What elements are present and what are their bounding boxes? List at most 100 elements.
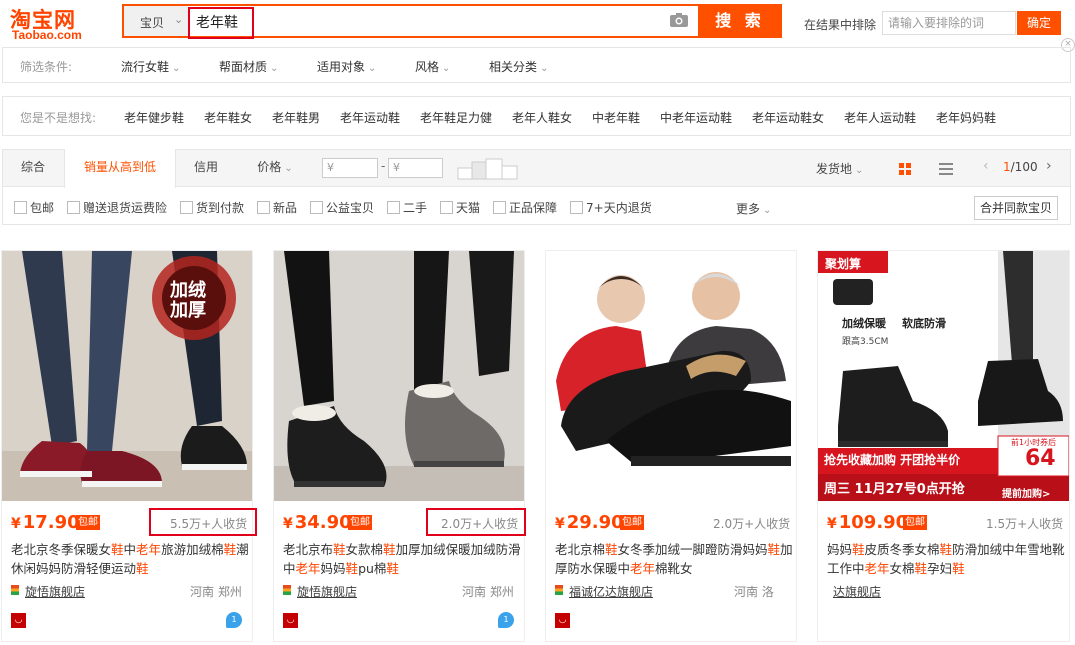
sort-price[interactable]: 价格 ⌄: [250, 149, 300, 187]
filter-item[interactable]: 相关分类 ⌄: [489, 58, 548, 75]
list-view-icon[interactable]: [939, 163, 953, 175]
tmall-icon[interactable]: ◡: [11, 613, 26, 628]
coupon-value: 64: [1025, 446, 1056, 471]
suggest-link[interactable]: 中老年鞋: [592, 109, 640, 126]
feature-text: 加绒保暖: [842, 317, 886, 330]
suggest-link[interactable]: 老年运动鞋: [340, 109, 400, 126]
grid-view-icon[interactable]: [898, 162, 912, 176]
price-min-input[interactable]: ¥: [322, 158, 378, 178]
product-image[interactable]: [546, 251, 796, 501]
checkbox-label[interactable]: 公益宝贝: [326, 199, 374, 216]
product-price: ¥34.90: [283, 512, 352, 533]
price-range-icon[interactable]: [457, 158, 519, 180]
sold-count: 2.0万+人收货: [713, 517, 791, 531]
shop-name[interactable]: 福诚亿达旗舰店: [569, 583, 653, 600]
tmall-icon[interactable]: ◡: [555, 613, 570, 628]
suggest-link[interactable]: 老年健步鞋: [124, 109, 184, 126]
suggest-link[interactable]: 老年人运动鞋: [844, 109, 916, 126]
promo-tag: 聚划算: [825, 257, 862, 271]
suggest-link[interactable]: 老年运动鞋女: [752, 109, 824, 126]
checkbox[interactable]: [387, 201, 400, 214]
chevron-down-icon: ⌄: [855, 165, 864, 176]
product-title[interactable]: 老北京冬季保暖女鞋中老年旅游加绒棉鞋潮休闲妈妈防滑轻便运动鞋: [11, 540, 251, 578]
suggest-link[interactable]: 中老年运动鞋: [660, 109, 732, 126]
checkbox[interactable]: [67, 201, 80, 214]
product-price: ¥17.90: [11, 512, 80, 533]
filter-item[interactable]: 风格 ⌄: [415, 58, 450, 75]
suggest-link[interactable]: 老年鞋女: [204, 109, 252, 126]
checkbox-label[interactable]: 新品: [273, 199, 297, 216]
product-price: ¥109.90: [827, 512, 909, 533]
shop-name[interactable]: 旋悟旗舰店: [25, 583, 85, 600]
product-title[interactable]: 老北京布鞋女款棉鞋加厚加绒保暖加绒防滑中老年妈妈鞋pu棉鞋: [283, 540, 523, 578]
sold-highlight-box: [426, 508, 526, 536]
next-page-icon[interactable]: ›: [1046, 158, 1052, 174]
pager: 1/100: [1003, 160, 1038, 174]
checkbox-label[interactable]: 货到付款: [196, 199, 244, 216]
checkbox[interactable]: [180, 201, 193, 214]
prev-page-icon[interactable]: ‹: [983, 158, 989, 174]
sort-tab-sales[interactable]: 销量从高到低: [64, 149, 176, 188]
free-shipping-badge: 包邮: [903, 515, 927, 530]
location: 河南 郑州: [190, 585, 242, 599]
checkbox[interactable]: [257, 201, 270, 214]
merge-same-button[interactable]: 合并同款宝贝: [974, 196, 1058, 220]
suggest-link[interactable]: 老年鞋男: [272, 109, 320, 126]
ship-from-select[interactable]: 发货地 ⌄: [816, 160, 863, 177]
chevron-down-icon: ⌄: [442, 63, 451, 74]
filter-label: 筛选条件:: [20, 60, 73, 74]
tmall-icon[interactable]: ◡: [283, 613, 298, 628]
checkbox[interactable]: [493, 201, 506, 214]
checkbox[interactable]: [570, 201, 583, 214]
checkbox[interactable]: [14, 201, 27, 214]
filter-item[interactable]: 流行女鞋 ⌄: [121, 58, 180, 75]
checkbox-label[interactable]: 天猫: [456, 199, 480, 216]
checkbox[interactable]: [440, 201, 453, 214]
feature-text: 跟高3.5CM: [842, 337, 889, 347]
product-title[interactable]: 妈妈鞋皮质冬季女棉鞋防滑加绒中年雪地靴工作中老年女棉鞋孕妇鞋: [827, 540, 1067, 578]
exclude-confirm-button[interactable]: 确定: [1017, 11, 1061, 35]
search-scope-select[interactable]: 宝贝 ⌄: [124, 6, 188, 36]
price-max-input[interactable]: ¥: [388, 158, 443, 178]
chevron-down-icon: ⌄: [172, 63, 181, 74]
wangwang-icon[interactable]: 1: [498, 612, 514, 628]
wangwang-icon[interactable]: 1: [226, 612, 242, 628]
more-filters-button[interactable]: 更多 ⌄: [736, 200, 771, 217]
suggest-link[interactable]: 老年鞋足力健: [420, 109, 492, 126]
location: 河南 郑州: [462, 585, 514, 599]
product-image[interactable]: 聚划算 加绒保暖 软底防滑 跟高3.5CM 抢先收藏加购 开团抢半价 周三 11…: [818, 251, 1069, 501]
sort-tab-credit[interactable]: 信用: [176, 149, 236, 187]
taobao-logo[interactable]: 淘宝网 Taobao.com: [10, 4, 110, 44]
product-image[interactable]: 加绒加厚: [2, 251, 252, 501]
suggest-label: 您是不是想找:: [20, 111, 97, 125]
product-photo: [546, 251, 796, 501]
product-title[interactable]: 老北京棉鞋女冬季加绒一脚蹬防滑妈妈鞋加厚防水保暖中老年棉靴女: [555, 540, 795, 578]
chevron-down-icon: ⌄: [763, 205, 772, 216]
product-price: ¥29.90: [555, 512, 624, 533]
checkbox-label[interactable]: 7+天内退货: [586, 199, 652, 216]
checkbox[interactable]: [310, 201, 323, 214]
free-shipping-badge: 包邮: [620, 515, 644, 530]
sold-count: 1.5万+人收货: [986, 517, 1064, 531]
suggest-link[interactable]: 老年人鞋女: [512, 109, 572, 126]
filter-item[interactable]: 帮面材质 ⌄: [219, 58, 278, 75]
shop-name[interactable]: 旋悟旗舰店: [297, 583, 357, 600]
shop-name[interactable]: 达旗舰店: [833, 583, 881, 600]
checkbox-label[interactable]: 赠送退货运费险: [83, 199, 167, 216]
filter-item[interactable]: 适用对象 ⌄: [317, 58, 376, 75]
scope-label: 宝贝: [140, 16, 165, 30]
checkbox-label[interactable]: 正品保障: [509, 199, 557, 216]
promo-text: 周三 11月27号0点开抢: [824, 482, 965, 497]
suggest-link[interactable]: 老年妈妈鞋: [936, 109, 996, 126]
image-badge: 加绒加厚: [170, 280, 206, 321]
sort-tab-default[interactable]: 综合: [2, 149, 64, 187]
checkbox-label[interactable]: 包邮: [30, 199, 54, 216]
camera-icon[interactable]: [670, 13, 688, 27]
logo-en: Taobao.com: [12, 28, 82, 42]
product-image[interactable]: [274, 251, 524, 501]
location: 河南 洛: [734, 585, 774, 599]
checkbox-label[interactable]: 二手: [403, 199, 427, 216]
chevron-down-icon: ⌄: [540, 63, 549, 74]
exclude-input[interactable]: 请输入要排除的词: [882, 11, 1016, 35]
search-button[interactable]: 搜 索: [698, 4, 782, 38]
